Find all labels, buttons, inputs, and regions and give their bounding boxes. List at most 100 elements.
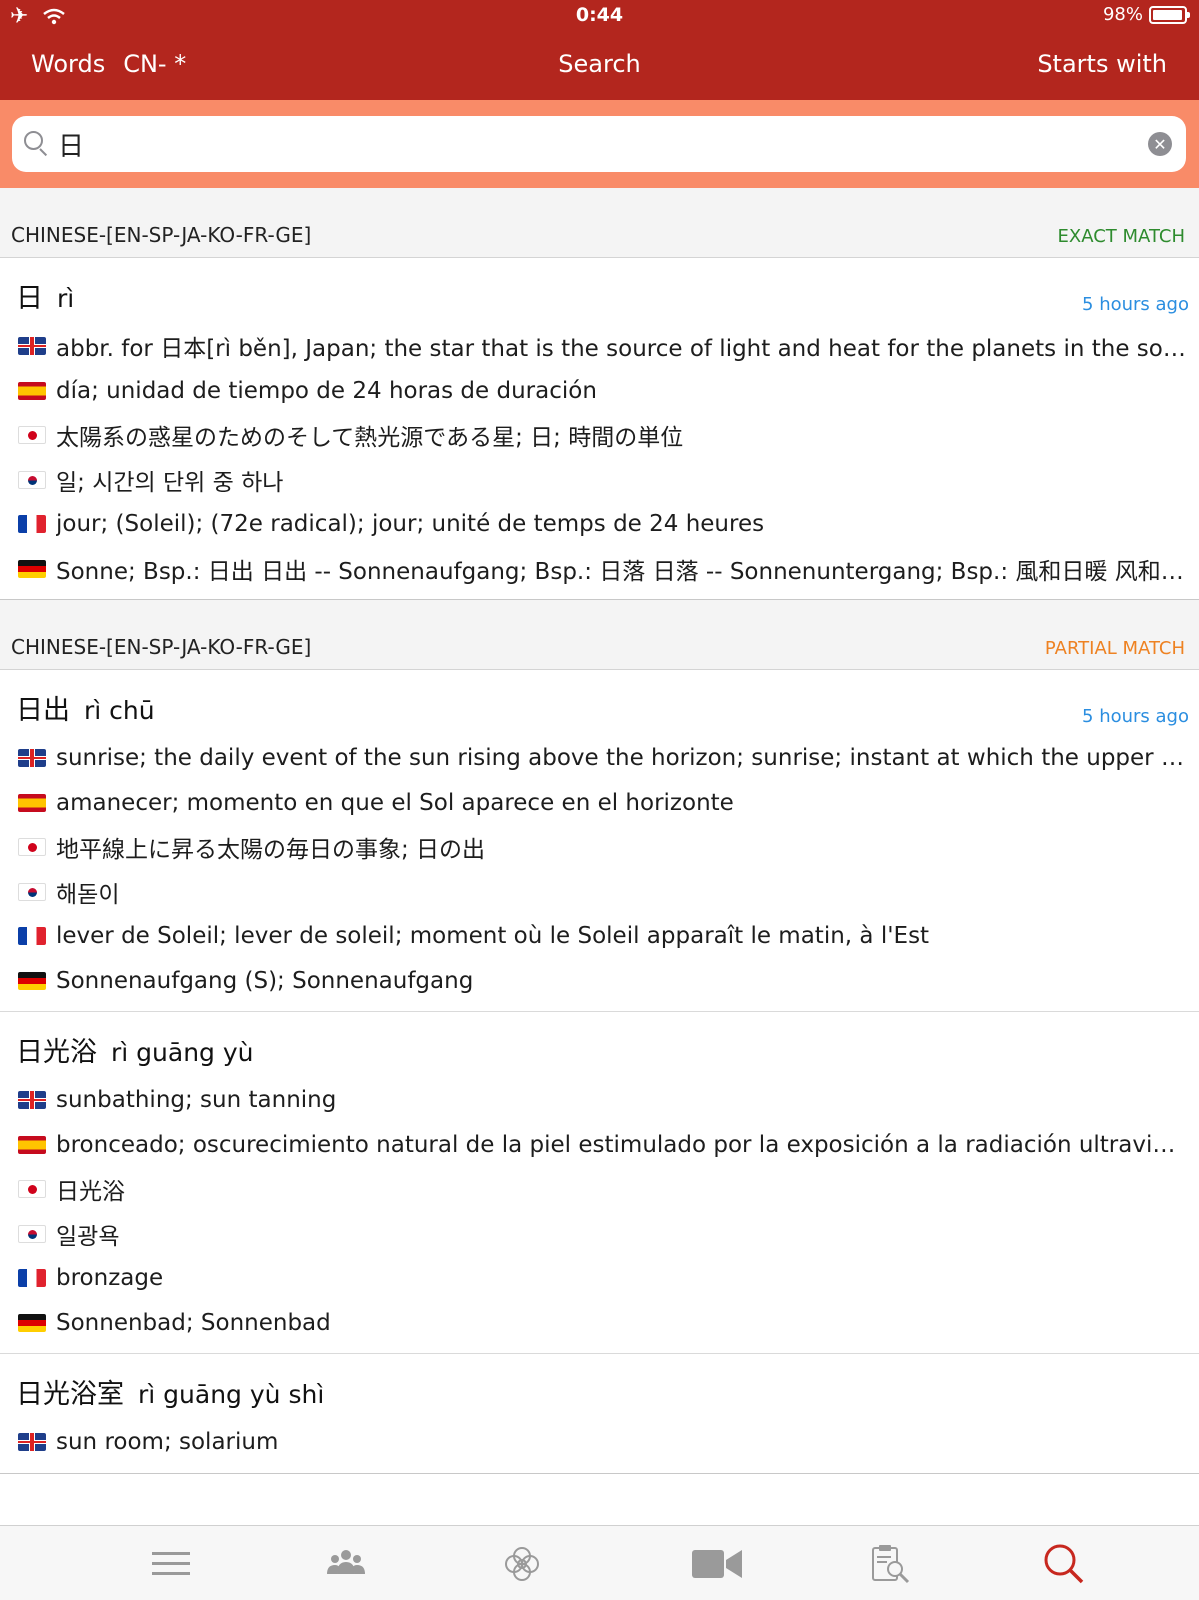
search-input[interactable] bbox=[58, 129, 1148, 159]
battery-icon bbox=[1149, 5, 1190, 24]
translation-row: 地平線上に昇る太陽の毎日の事象; 日の出 bbox=[0, 825, 1199, 870]
translation-text: 日光浴 bbox=[56, 1179, 125, 1206]
fr-flag-icon bbox=[18, 927, 46, 946]
result-entry[interactable]: 日光浴 rì guāng yù sunbathing; sun tanning bro… bbox=[0, 1012, 1199, 1354]
match-label: EXACT MATCH bbox=[1057, 226, 1185, 247]
tab-clipboard-search[interactable] bbox=[868, 1542, 912, 1586]
gb-flag-icon bbox=[18, 1091, 46, 1110]
translation-row: abbr. for 日本[rì běn], Japan; the star th… bbox=[0, 324, 1199, 369]
translation-text: 일광욕 bbox=[56, 1223, 120, 1250]
menu-icon bbox=[152, 1552, 190, 1575]
translation-text: sunbathing; sun tanning bbox=[56, 1087, 337, 1114]
time-ago: 5 hours ago bbox=[1082, 706, 1189, 727]
headword: 日 rì bbox=[16, 276, 74, 315]
gb-flag-icon bbox=[18, 1433, 46, 1452]
translation-text: lever de Soleil; lever de soleil; moment… bbox=[56, 923, 930, 950]
translation-row: Sonne; Bsp.: 日出 日出 -- Sonnenaufgang; Bsp… bbox=[0, 547, 1199, 592]
translation-row: lever de Soleil; lever de soleil; moment… bbox=[0, 914, 1199, 959]
translation-text: Sonnenaufgang (S); Sonnenaufgang bbox=[56, 967, 474, 994]
jp-flag-icon bbox=[18, 838, 46, 857]
headword-text: 日出 bbox=[16, 695, 70, 726]
es-flag-icon bbox=[18, 793, 46, 812]
translation-text: 일; 시간의 단위 중 하나 bbox=[56, 469, 284, 496]
gb-flag-icon bbox=[18, 749, 46, 768]
de-flag-icon bbox=[18, 1313, 46, 1332]
page-title: Search bbox=[558, 50, 641, 78]
de-flag-icon bbox=[18, 559, 46, 578]
entry-head: 日 rì 5 hours ago bbox=[0, 258, 1199, 324]
headword: 日光浴 rì guāng yù bbox=[16, 1030, 254, 1069]
translation-text: sun room; solarium bbox=[56, 1429, 279, 1456]
section-header: CHINESE-[EN-SP-JA-KO-FR-GE] EXACT MATCH bbox=[0, 188, 1199, 258]
flower-icon bbox=[505, 1547, 539, 1581]
fr-flag-icon bbox=[18, 515, 46, 534]
jp-flag-icon bbox=[18, 1180, 46, 1199]
fr-flag-icon bbox=[18, 1269, 46, 1288]
headword: 日光浴室 rì guāng yù shì bbox=[16, 1372, 324, 1411]
translation-row: jour; (Soleil); (72e radical); jour; uni… bbox=[0, 502, 1199, 547]
translation-row: 일광욕 bbox=[0, 1212, 1199, 1257]
translation-text: Sonne; Bsp.: 日出 日出 -- Sonnenaufgang; Bsp… bbox=[56, 558, 1184, 585]
pinyin: rì bbox=[57, 284, 75, 313]
de-flag-icon bbox=[18, 971, 46, 990]
clear-icon[interactable]: ✕ bbox=[1148, 132, 1172, 156]
translation-row: bronzage bbox=[0, 1256, 1199, 1301]
kr-flag-icon bbox=[18, 470, 46, 489]
translation-row: amanecer; momento en que el Sol aparece … bbox=[0, 781, 1199, 826]
jp-flag-icon bbox=[18, 426, 46, 445]
tab-community[interactable] bbox=[324, 1542, 368, 1586]
headword-text: 日光浴 bbox=[16, 1037, 97, 1068]
translation-text: 地平線上に昇る太陽の毎日の事象; 日の出 bbox=[56, 837, 486, 864]
translation-row: día; unidad de tiempo de 24 horas de dur… bbox=[0, 369, 1199, 414]
video-icon bbox=[692, 1550, 742, 1578]
translation-row: Sonnenbad; Sonnenbad bbox=[0, 1301, 1199, 1346]
translation-row: 日光浴 bbox=[0, 1167, 1199, 1212]
pinyin: rì chū bbox=[84, 696, 155, 725]
tab-flower[interactable] bbox=[500, 1542, 544, 1586]
pinyin: rì guāng yù bbox=[111, 1038, 254, 1067]
pinyin: rì guāng yù shì bbox=[138, 1380, 325, 1409]
translation-text: amanecer; momento en que el Sol aparece … bbox=[56, 789, 734, 816]
translation-text: 太陽系の惑星のためのそして熱光源である星; 日; 時間の単位 bbox=[56, 425, 684, 452]
translation-row: bronceado; oscurecimiento natural de la … bbox=[0, 1123, 1199, 1168]
translation-text: 해돋이 bbox=[56, 881, 120, 908]
translation-text: Sonnenbad; Sonnenbad bbox=[56, 1309, 331, 1336]
translation-row: Sonnenaufgang (S); Sonnenaufgang bbox=[0, 959, 1199, 1004]
starts-with-button[interactable]: Starts with bbox=[1037, 50, 1167, 78]
search-icon bbox=[1044, 1544, 1084, 1584]
search-icon bbox=[24, 131, 50, 157]
es-flag-icon bbox=[18, 1135, 46, 1154]
tab-menu[interactable] bbox=[150, 1542, 194, 1586]
community-icon bbox=[327, 1550, 365, 1574]
headword-text: 日光浴室 bbox=[16, 1379, 124, 1410]
translation-row: 해돋이 bbox=[0, 870, 1199, 915]
kr-flag-icon bbox=[18, 882, 46, 901]
search-band: ✕ bbox=[0, 100, 1199, 188]
entry-head: 日出 rì chū 5 hours ago bbox=[0, 670, 1199, 736]
entry-head: 日光浴室 rì guāng yù shì bbox=[0, 1354, 1199, 1420]
translation-row: sunbathing; sun tanning bbox=[0, 1078, 1199, 1123]
translation-row: 太陽系の惑星のためのそして熱光源である星; 日; 時間の単位 bbox=[0, 413, 1199, 458]
translation-text: sunrise; the daily event of the sun risi… bbox=[56, 745, 1187, 772]
results-list[interactable]: CHINESE-[EN-SP-JA-KO-FR-GE] EXACT MATCH 日 r… bbox=[0, 188, 1199, 1525]
translation-text: jour; (Soleil); (72e radical); jour; uni… bbox=[56, 511, 765, 538]
headword-text: 日 bbox=[16, 283, 43, 314]
tab-video[interactable] bbox=[690, 1542, 744, 1586]
headword: 日出 rì chū bbox=[16, 688, 155, 727]
result-entry[interactable]: 日光浴室 rì guāng yù shì sun room; solarium bbox=[0, 1354, 1199, 1474]
kr-flag-icon bbox=[18, 1224, 46, 1243]
match-label: PARTIAL MATCH bbox=[1044, 638, 1185, 659]
entry-head: 日光浴 rì guāng yù bbox=[0, 1012, 1199, 1078]
section-title: CHINESE-[EN-SP-JA-KO-FR-GE] bbox=[11, 635, 312, 659]
clipboard-search-icon bbox=[872, 1545, 910, 1584]
tab-search[interactable] bbox=[1042, 1542, 1086, 1586]
section-title: CHINESE-[EN-SP-JA-KO-FR-GE] bbox=[11, 223, 312, 247]
translation-text: abbr. for 日本[rì běn], Japan; the star th… bbox=[56, 336, 1187, 363]
translation-row: sunrise; the daily event of the sun risi… bbox=[0, 736, 1199, 781]
battery-percent: 98% bbox=[1102, 4, 1143, 25]
translation-text: bronceado; oscurecimiento natural de la … bbox=[56, 1131, 1187, 1158]
result-entry[interactable]: 日出 rì chū 5 hours ago sunrise; the daily ev… bbox=[0, 670, 1199, 1012]
time-ago: 5 hours ago bbox=[1082, 294, 1189, 315]
search-box[interactable]: ✕ bbox=[12, 116, 1186, 172]
result-entry[interactable]: 日 rì 5 hours ago abbr. for 日本[rì běn], Japa… bbox=[0, 258, 1199, 600]
